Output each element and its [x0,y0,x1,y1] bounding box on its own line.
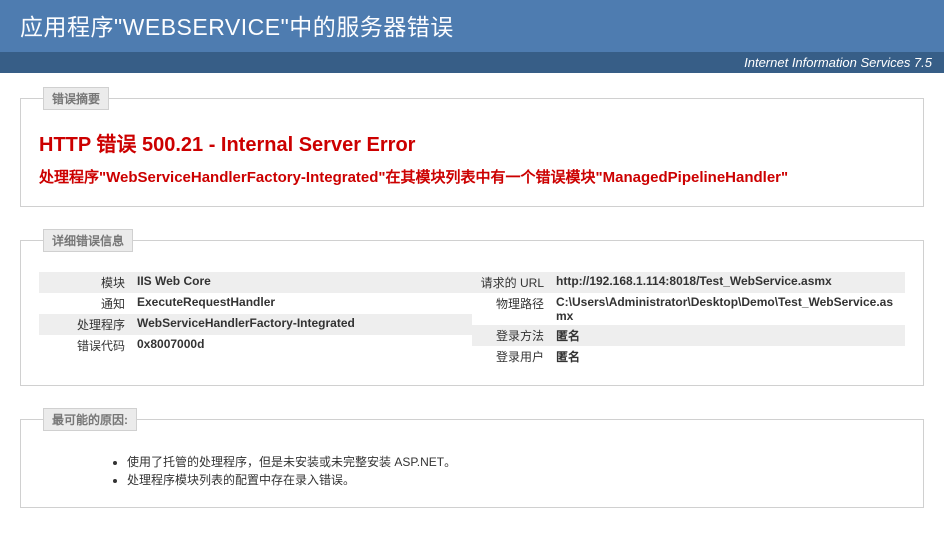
details-left-table: 模块 IIS Web Core 通知 ExecuteRequestHandler… [39,272,472,356]
detail-row: 错误代码 0x8007000d [39,335,472,356]
detail-value: 匿名 [550,325,905,346]
detail-row: 模块 IIS Web Core [39,272,472,293]
cause-item: 处理程序模块列表的配置中存在录入错误。 [127,471,905,489]
error-summary-panel: 错误摘要 HTTP 错误 500.21 - Internal Server Er… [20,87,924,207]
detail-value: WebServiceHandlerFactory-Integrated [131,314,472,335]
detail-row: 登录用户 匿名 [472,346,905,367]
details-left-column: 模块 IIS Web Core 通知 ExecuteRequestHandler… [39,272,472,367]
detail-label: 请求的 URL [472,272,550,293]
product-bar: Internet Information Services 7.5 [0,52,944,73]
error-details-legend: 详细错误信息 [43,229,133,252]
detail-value: 0x8007000d [131,335,472,356]
detail-label: 物理路径 [472,293,550,325]
product-label: Internet Information Services 7.5 [744,55,932,70]
detail-label: 通知 [39,293,131,314]
page-title: 应用程序"WEBSERVICE"中的服务器错误 [20,8,924,42]
error-subtitle: 处理程序"WebServiceHandlerFactory-Integrated… [39,167,905,188]
detail-label: 处理程序 [39,314,131,335]
error-details-panel: 详细错误信息 模块 IIS Web Core 通知 ExecuteRequest… [20,229,924,386]
detail-row: 处理程序 WebServiceHandlerFactory-Integrated [39,314,472,335]
detail-label: 登录方法 [472,325,550,346]
detail-value: http://192.168.1.114:8018/Test_WebServic… [550,272,905,293]
detail-label: 错误代码 [39,335,131,356]
detail-value: 匿名 [550,346,905,367]
detail-row: 通知 ExecuteRequestHandler [39,293,472,314]
content-area: 错误摘要 HTTP 错误 500.21 - Internal Server Er… [0,73,944,540]
error-title: HTTP 错误 500.21 - Internal Server Error [39,128,905,157]
likely-causes-panel: 最可能的原因: 使用了托管的处理程序，但是未安装或未完整安装 ASP.NET。 … [20,408,924,508]
page-header: 应用程序"WEBSERVICE"中的服务器错误 [0,0,944,52]
detail-row: 物理路径 C:\Users\Administrator\Desktop\Demo… [472,293,905,325]
detail-label: 登录用户 [472,346,550,367]
cause-item: 使用了托管的处理程序，但是未安装或未完整安装 ASP.NET。 [127,453,905,471]
detail-value: C:\Users\Administrator\Desktop\Demo\Test… [550,293,905,325]
detail-row: 登录方法 匿名 [472,325,905,346]
detail-value: ExecuteRequestHandler [131,293,472,314]
detail-row: 请求的 URL http://192.168.1.114:8018/Test_W… [472,272,905,293]
detail-label: 模块 [39,272,131,293]
details-right-table: 请求的 URL http://192.168.1.114:8018/Test_W… [472,272,905,367]
causes-list: 使用了托管的处理程序，但是未安装或未完整安装 ASP.NET。 处理程序模块列表… [39,453,905,489]
likely-causes-legend: 最可能的原因: [43,408,137,431]
details-right-column: 请求的 URL http://192.168.1.114:8018/Test_W… [472,272,905,367]
detail-value: IIS Web Core [131,272,472,293]
error-summary-legend: 错误摘要 [43,87,109,110]
